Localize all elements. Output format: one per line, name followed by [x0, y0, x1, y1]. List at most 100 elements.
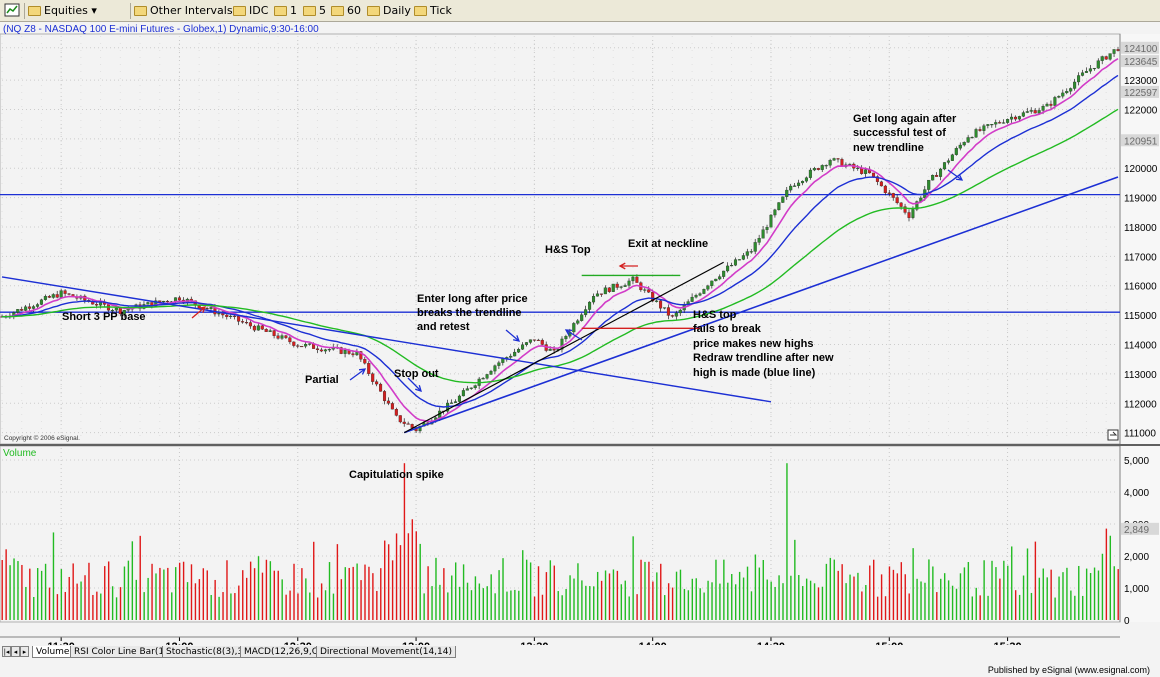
tab-directional-movement[interactable]: Directional Movement(14,14) [316, 646, 456, 658]
volume-bar [947, 580, 950, 620]
volume-bar [33, 596, 35, 620]
candle-up [51, 294, 55, 298]
volume-bar [715, 559, 717, 620]
candle-down [935, 174, 939, 177]
tab-macd[interactable]: MACD(12,26,9,C) [240, 646, 326, 658]
volume-bar [628, 596, 630, 620]
candle-up [749, 251, 753, 253]
volume-tick-label: 0 [1124, 616, 1130, 627]
candle-up [730, 265, 734, 267]
folder-icon [233, 6, 246, 16]
candle-up [469, 387, 473, 389]
idc-button[interactable]: IDC [233, 3, 268, 19]
volume-bar [683, 588, 686, 620]
candle-up [820, 165, 824, 170]
annotation-partial: Partial [305, 374, 339, 386]
volume-bar [545, 572, 548, 620]
volume-bar [111, 586, 114, 620]
interval-5-button[interactable]: 5 [303, 3, 326, 19]
volume-bar [5, 549, 7, 620]
volume-bar [667, 583, 670, 620]
volume-bar [462, 564, 465, 620]
tab-first-button[interactable]: |◂ [2, 646, 11, 657]
scroll-icon[interactable] [1107, 429, 1119, 441]
volume-bar [395, 533, 398, 620]
volume-bar [17, 561, 19, 620]
candle-down [252, 325, 256, 331]
volume-bar [943, 573, 946, 620]
chart-app-icon[interactable] [4, 3, 20, 19]
volume-bar [537, 566, 540, 620]
candle-up [800, 180, 805, 184]
volume-bar [297, 593, 299, 620]
volume-bar [533, 596, 536, 620]
annotation-hs-fail-5: high is made (blue line) [693, 367, 816, 379]
volume-bar [541, 594, 544, 620]
tick-button[interactable]: Tick [414, 3, 452, 19]
volume-bar [604, 570, 607, 620]
volume-bar [920, 581, 922, 620]
volume-bar [845, 583, 847, 620]
volume-bar [1022, 575, 1025, 620]
volume-bar [833, 559, 835, 620]
volume-bar [48, 587, 51, 620]
volume-bar [632, 536, 634, 620]
candle-up [1009, 116, 1014, 120]
chart-area: 1241001230001220001210001200001190001180… [0, 22, 1160, 677]
volume-bar [305, 578, 307, 620]
price-tick-label: 111000 [1124, 429, 1156, 440]
candle-up [114, 307, 118, 311]
candle-down [95, 304, 99, 306]
daily-button[interactable]: Daily [367, 3, 411, 19]
volume-bar [640, 559, 642, 620]
other-intervals-menu[interactable]: Other Intervals ▾ [134, 3, 242, 19]
price-tick-label: 114000 [1124, 341, 1157, 352]
volume-bar [805, 578, 808, 620]
candle-up [1053, 97, 1057, 106]
volume-bar [738, 571, 741, 620]
volume-bar [76, 583, 78, 620]
volume-bar [514, 589, 516, 620]
tab-stochastic[interactable]: Stochastic(8(3),3) [162, 646, 251, 658]
candle-down [28, 306, 32, 309]
candle-up [457, 395, 461, 402]
candle-down [607, 287, 611, 292]
price-panel [0, 33, 1121, 445]
volume-bar [431, 586, 433, 620]
candle-up [528, 339, 532, 343]
volume-bar [364, 564, 366, 620]
price-tick-label: 123645 [1124, 57, 1158, 68]
volume-bar [1011, 546, 1013, 620]
candle-up [741, 255, 745, 260]
equities-menu[interactable]: Equities ▾ [28, 3, 97, 19]
volume-bar [585, 585, 587, 620]
candle-up [1077, 75, 1081, 83]
interval-60-button[interactable]: 60 [331, 3, 361, 19]
volume-bar [458, 586, 461, 620]
candle-up [162, 300, 166, 303]
price-tick-label: 113000 [1124, 370, 1157, 381]
candle-up [1080, 72, 1085, 76]
volume-bar [1003, 560, 1005, 620]
candle-down [410, 424, 414, 428]
candle-up [146, 302, 150, 305]
candle-up [990, 124, 994, 126]
tab-prev-button[interactable]: ◂ [11, 646, 20, 657]
volume-bar [151, 563, 153, 620]
volume-bar [1078, 565, 1080, 620]
candle-up [832, 158, 836, 161]
price-tick-label: 120951 [1124, 136, 1158, 147]
volume-bar [896, 573, 899, 620]
tab-volume[interactable]: Volume [32, 646, 74, 658]
price-tick-label: 118000 [1124, 223, 1157, 234]
candle-up [946, 160, 950, 163]
candle-down [907, 212, 911, 218]
candle-up [473, 385, 477, 389]
interval-1-button[interactable]: 1 [274, 3, 297, 19]
volume-bar [734, 584, 737, 620]
candle-up [1017, 116, 1021, 120]
volume-bar [616, 570, 619, 620]
candle-down [292, 341, 296, 346]
candle-down [244, 322, 249, 324]
tab-next-button[interactable]: ▸ [20, 646, 29, 657]
